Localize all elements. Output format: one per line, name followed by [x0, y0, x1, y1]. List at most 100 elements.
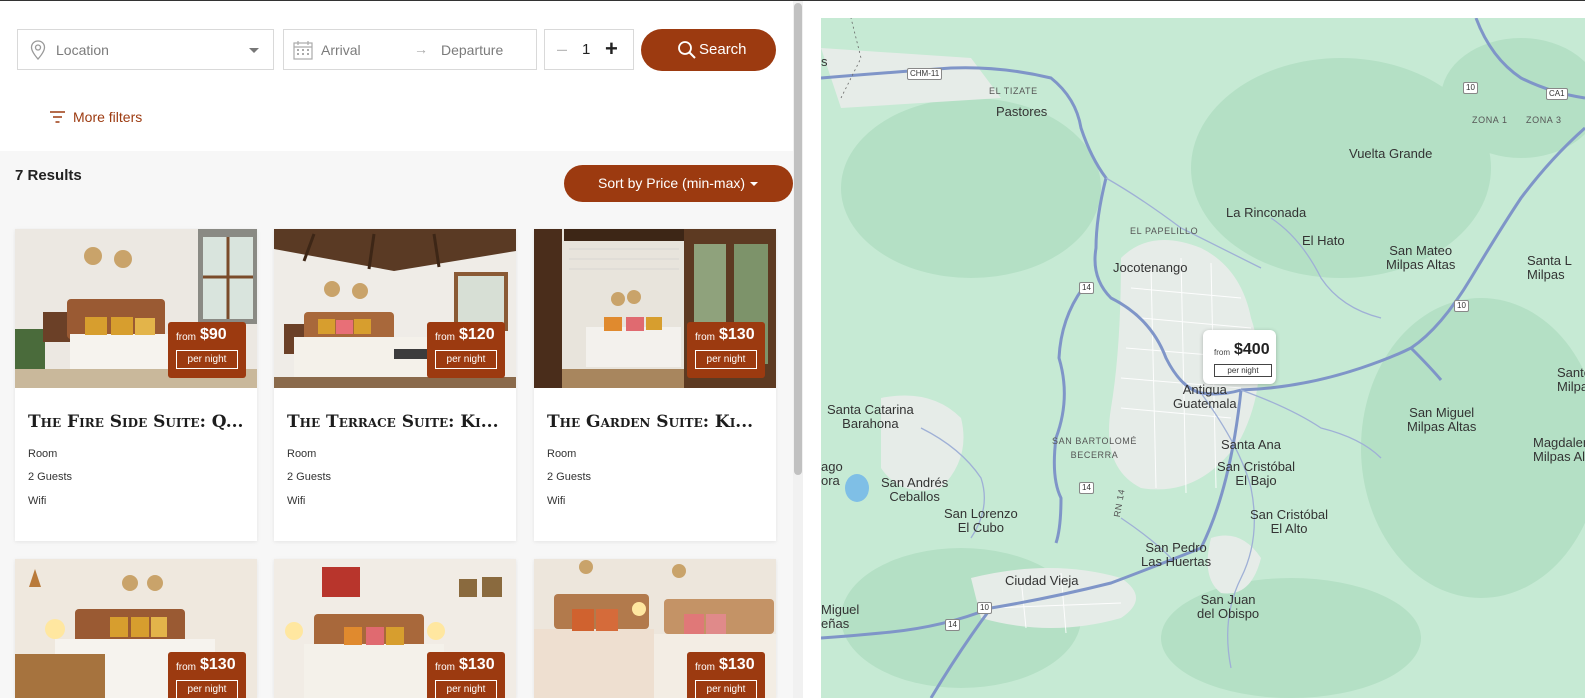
map-place-label: San Cristóbal El Alto [1250, 507, 1329, 536]
listing-card[interactable]: from $120 per night The Terrace Suite: K… [274, 229, 516, 541]
listing-card[interactable]: from $130 per night The Garden Suite: Ki… [534, 229, 776, 541]
map-place-label: Jocotenango [1113, 260, 1188, 275]
listing-amenity: Wifi [28, 495, 47, 507]
price-amount: $130 [719, 656, 755, 673]
price-badge: from $130 per night [687, 652, 765, 698]
map-place-label: Ciudad Vieja [1005, 573, 1079, 588]
map-place-label: San Andrés Ceballos [881, 475, 949, 504]
map-place-label: Santa Ana [1221, 437, 1281, 452]
listing-guests: 2 Guests [547, 471, 592, 483]
listing-title[interactable]: The Fire Side Suite: Q... [28, 412, 248, 432]
map-place-label: ZONA 1 [1472, 115, 1508, 125]
minus-icon[interactable]: – [557, 39, 567, 60]
map-place-label: SAN BARTOLOMÉ BECERRA [1052, 436, 1137, 460]
location-pin-icon [30, 40, 46, 60]
chevron-down-icon [750, 182, 758, 186]
listing-photo[interactable]: from $130 per night [534, 229, 776, 388]
search-button-label: Search [699, 41, 747, 58]
search-button[interactable]: Search [641, 29, 776, 71]
search-icon [678, 41, 696, 59]
price-amount: $120 [459, 326, 495, 343]
price-from-label: from [176, 662, 196, 673]
map-place-label: Magdalen Milpas Alt [1533, 435, 1585, 464]
map-place-label: Antigua Guatemala [1173, 382, 1237, 411]
map-place-label: San Juan del Obispo [1197, 592, 1260, 621]
price-amount: $130 [459, 656, 495, 673]
map-place-label: Miguel eñas [821, 602, 860, 631]
price-badge: from $130 per night [687, 322, 765, 378]
price-from-label: from [695, 332, 715, 343]
map-place-label: San Cristóbal El Bajo [1217, 459, 1296, 488]
map-place-label: Vuelta Grande [1349, 146, 1433, 161]
map-price-marker[interactable]: from $400 per night [1203, 330, 1276, 384]
location-placeholder: Location [56, 42, 109, 58]
price-from-label: from [435, 332, 455, 343]
listing-card[interactable]: from $130 per night [534, 559, 776, 698]
location-dropdown[interactable]: Location [17, 29, 274, 70]
per-night-label: per night [435, 680, 497, 698]
sort-label: Sort by Price (min-max) [598, 175, 746, 191]
search-bar: Location Arrival → Departure – 1 + Searc… [0, 1, 793, 151]
map-top-margin [821, 1, 1585, 18]
price-badge: from $90 per night [168, 322, 246, 378]
listing-amenity: Wifi [287, 495, 306, 507]
panel-gap [803, 1, 821, 698]
listing-type: Room [287, 448, 317, 460]
per-night-label: per night [176, 680, 238, 698]
per-night-label: per night [695, 680, 757, 698]
road-shield: 14 [945, 619, 960, 631]
listing-photo[interactable]: from $130 per night [274, 559, 516, 698]
map-place-label: ZONA 3 [1526, 115, 1562, 125]
results-count: 7 Results [15, 167, 82, 184]
calendar-icon [293, 41, 313, 60]
sort-dropdown[interactable]: Sort by Price (min-max) [564, 165, 793, 202]
more-filters-label: More filters [73, 109, 143, 125]
road-shield: 10 [1454, 300, 1469, 312]
scrollbar-thumb[interactable] [794, 3, 802, 475]
map-place-label: Santa Catarina Barahona [827, 402, 914, 431]
listing-card[interactable]: from $130 per night [274, 559, 516, 698]
road-shield: 10 [1463, 82, 1478, 94]
departure-placeholder[interactable]: Departure [441, 42, 503, 58]
plus-icon[interactable]: + [605, 36, 618, 62]
listing-photo[interactable]: from $90 per night [15, 229, 257, 388]
per-night-label: per night [695, 350, 757, 369]
guests-stepper: – 1 + [544, 29, 634, 70]
price-badge: from $130 per night [427, 652, 505, 698]
per-night-label: per night [435, 350, 497, 369]
listing-card[interactable]: from $90 per night The Fire Side Suite: … [15, 229, 257, 541]
map-place-label: s [821, 54, 828, 69]
map-place-label: San Pedro Las Huertas [1141, 540, 1212, 569]
per-night-label: per night [176, 350, 238, 369]
road-shield: CHM-11 [907, 68, 943, 80]
date-range-field[interactable]: Arrival → Departure [283, 29, 537, 70]
road-shield: CA1 [1546, 88, 1568, 100]
listing-title[interactable]: The Terrace Suite: Ki... [287, 412, 507, 432]
map-place-label: ago ora [821, 459, 843, 488]
results-scrollbar[interactable] [793, 1, 803, 698]
listing-amenity: Wifi [547, 495, 566, 507]
listing-photo[interactable]: from $120 per night [274, 229, 516, 388]
listing-title[interactable]: The Garden Suite: Ki... [547, 412, 767, 432]
listing-type: Room [547, 448, 577, 460]
map-place-label: San Mateo Milpas Altas [1386, 243, 1456, 272]
map-place-label: EL TIZATE [989, 86, 1038, 96]
price-from-label: from [695, 662, 715, 673]
listing-card[interactable]: from $130 per night [15, 559, 257, 698]
price-badge: from $120 per night [427, 322, 505, 378]
listing-photo[interactable]: from $130 per night [534, 559, 776, 698]
listing-type: Room [28, 448, 58, 460]
map-view[interactable]: EL TIZATE Pastores Vuelta Grande La Rinc… [821, 18, 1585, 698]
results-panel: Location Arrival → Departure – 1 + Searc… [0, 1, 793, 698]
listing-guests: 2 Guests [28, 471, 73, 483]
map-place-label: San Lorenzo El Cubo [944, 506, 1018, 535]
arrival-placeholder[interactable]: Arrival [321, 42, 361, 58]
map-place-label: Santo Milpa [1557, 365, 1585, 394]
listing-photo[interactable]: from $130 per night [15, 559, 257, 698]
map-place-label: San Miguel Milpas Altas [1407, 405, 1477, 434]
chevron-down-icon [249, 48, 259, 53]
map-place-label: La Rinconada [1226, 205, 1307, 220]
price-amount: $130 [719, 326, 755, 343]
road-shield: 10 [977, 602, 992, 614]
price-amount: $90 [200, 326, 227, 343]
